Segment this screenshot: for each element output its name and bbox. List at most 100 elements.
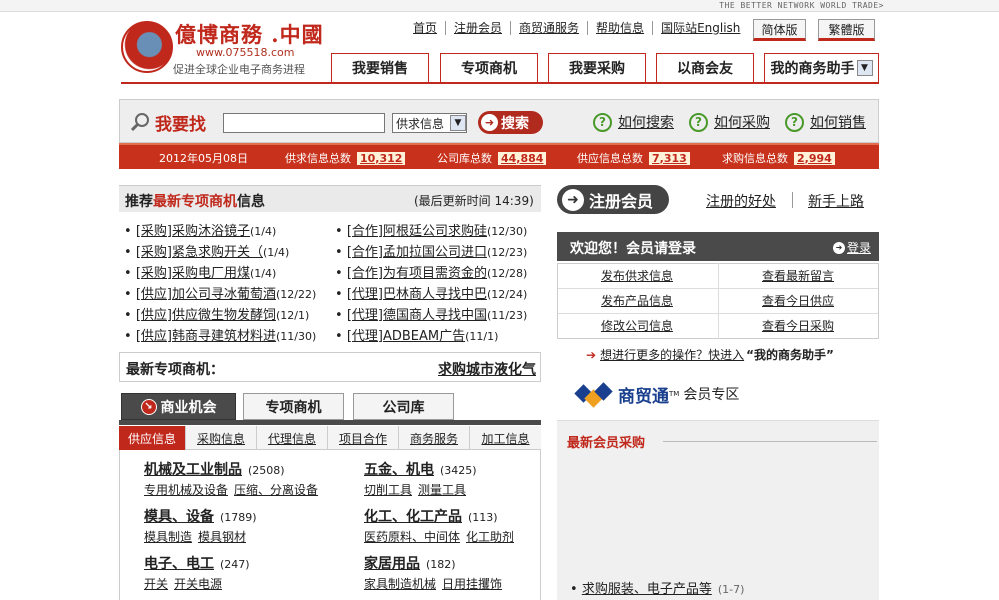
list-item[interactable]: • [合作]阿根廷公司求购硅(12/30) [335, 220, 527, 239]
list-item[interactable]: • [合作]为有项目需资金的(12/28) [335, 262, 527, 281]
rec-link[interactable]: [代理]德国商人寻找中国 [347, 308, 487, 323]
register-benefits-link[interactable]: 注册的好处 [706, 191, 776, 211]
subcategory-link[interactable]: 化工助剂 [466, 530, 514, 544]
category-title[interactable]: 化工、化工产品 [364, 509, 462, 525]
howto-sell-label[interactable]: 如何销售 [810, 112, 866, 132]
top-link-register[interactable]: 注册会员 [445, 21, 510, 35]
more-ops-text[interactable]: 想进行更多的操作？快进入 [600, 346, 744, 363]
simplified-button[interactable]: 简体版 [753, 19, 806, 41]
subtab-supply[interactable]: 供应信息 [119, 426, 186, 450]
chevron-down-icon[interactable]: ▼ [856, 60, 873, 76]
rec-link[interactable]: [采购]采购电厂用煤 [136, 266, 250, 281]
op-view-today-purchase[interactable]: 查看今日采购 [718, 314, 878, 338]
subcategory-link[interactable]: 家具制造机械 [364, 577, 436, 591]
rec-link[interactable]: [采购]采购沐浴镜子 [136, 224, 250, 239]
subtab-agency[interactable]: 代理信息 [257, 426, 328, 450]
subtab-projects[interactable]: 项目合作 [328, 426, 399, 450]
howto-buy-link[interactable]: ? 如何采购 [689, 112, 770, 132]
list-item[interactable]: • [采购]采购电厂用煤(1/4) [124, 262, 276, 281]
op-view-today-supply[interactable]: 查看今日供应 [718, 289, 878, 313]
maotong-item-link[interactable]: 求购服装、电子产品等 [582, 582, 712, 597]
op-publish-supply[interactable]: 发布供求信息 [557, 264, 717, 288]
rec-link[interactable]: [供应]加公司寻冰葡萄酒 [136, 287, 276, 302]
tab-buy[interactable]: 我要采购 [548, 53, 646, 82]
rec-link[interactable]: [合作]阿根廷公司求购硅 [347, 224, 487, 239]
subtab-purchase[interactable]: 采购信息 [186, 426, 257, 450]
top-link-help[interactable]: 帮助信息 [587, 21, 652, 35]
question-icon: ? [593, 112, 612, 132]
search-button[interactable]: ➜ 搜索 [478, 111, 543, 134]
rec-link[interactable]: [代理]ADBEAM广告 [347, 329, 465, 344]
list-item[interactable]: • [供应]韩商寻建筑材料进(11/30) [124, 325, 316, 344]
tab-sell[interactable]: 我要销售 [331, 53, 429, 82]
subcategory-link[interactable]: 模具钢材 [198, 530, 246, 544]
search-input[interactable] [223, 113, 385, 133]
subcategory-link[interactable]: 模具制造 [144, 530, 192, 544]
list-item[interactable]: • [供应]供应微生物发酵饲(12/1) [124, 304, 309, 323]
subcategory-link[interactable]: 专用机械及设备 [144, 483, 228, 497]
list-item[interactable]: • [代理]德国商人寻找中国(11/23) [335, 304, 527, 323]
subcategory-link[interactable]: 压缩、分离设备 [234, 483, 318, 497]
login-button[interactable]: ➜ 登录 [833, 239, 871, 256]
list-item[interactable]: • [采购]采购沐浴镜子(1/4) [124, 220, 276, 239]
rec-link[interactable]: [供应]韩商寻建筑材料进 [136, 329, 276, 344]
subcategory-link[interactable]: 测量工具 [418, 483, 466, 497]
list-item[interactable]: • [合作]孟加拉国公司进口(12/23) [335, 241, 527, 260]
tab-special[interactable]: 专项商机 [440, 53, 538, 82]
stat-value[interactable]: 7,313 [649, 151, 690, 165]
maotong-logo[interactable]: 商贸通 TM 会员专区 [574, 381, 739, 408]
more-ops-strong[interactable]: “我的商务助手” [746, 346, 834, 363]
logo-title[interactable]: 億博商務 .中國 [175, 19, 324, 49]
top-link-service[interactable]: 商贸通服务 [510, 21, 587, 35]
subcategory-link[interactable]: 开关电源 [174, 577, 222, 591]
latest-ticker-link[interactable]: 求购城市液化气 [438, 359, 536, 379]
subtab-processing[interactable]: 加工信息 [470, 426, 541, 450]
subcategory-link[interactable]: 医药原料、中间体 [364, 530, 460, 544]
subcategory-link[interactable]: 切削工具 [364, 483, 412, 497]
rec-link[interactable]: [代理]巴林商人寻找中巴 [347, 287, 487, 302]
rec-count: (12/30) [486, 225, 528, 238]
stat-value[interactable]: 2,994 [794, 151, 835, 165]
category-title[interactable]: 五金、机电 [364, 462, 434, 478]
tab-special-opportunities[interactable]: 专项商机 [243, 393, 344, 420]
category-title[interactable]: 家居用品 [364, 556, 420, 572]
category-title[interactable]: 机械及工业制品 [144, 462, 242, 478]
top-link-english[interactable]: 国际站English [652, 21, 748, 35]
rec-count: (12/24) [486, 288, 528, 301]
rec-link[interactable]: [合作]为有项目需资金的 [347, 266, 487, 281]
newbie-link[interactable]: 新手上路 [808, 191, 864, 211]
top-link-home[interactable]: 首页 [405, 21, 445, 35]
tab-company-db[interactable]: 公司库 [353, 393, 454, 420]
howto-buy-label[interactable]: 如何采购 [714, 112, 770, 132]
stats-date: 2012年05月08日 [159, 152, 248, 165]
rec-link[interactable]: [采购]紧急求购开关（ [136, 245, 263, 260]
list-item[interactable]: • 求购服装、电子产品等 (1-7) [570, 578, 744, 597]
op-publish-product[interactable]: 发布产品信息 [557, 289, 717, 313]
op-edit-company[interactable]: 修改公司信息 [557, 314, 717, 338]
rec-link[interactable]: [供应]供应微生物发酵饲 [136, 308, 276, 323]
category-title[interactable]: 模具、设备 [144, 509, 214, 525]
assistant-select[interactable]: 我的商务助手 ▼ [764, 53, 879, 82]
search-type-select[interactable]: 供求信息 ▼ [392, 113, 467, 133]
more-ops-link[interactable]: ➔ 想进行更多的操作？快进入 “我的商务助手” [586, 346, 834, 363]
list-item[interactable]: • [采购]紧急求购开关（(1/4) [124, 241, 289, 260]
subcategory-link[interactable]: 日用挂攫饰 [442, 577, 502, 591]
register-button[interactable]: ➜ 注册会员 [557, 185, 669, 214]
stat-value[interactable]: 44,884 [498, 151, 547, 165]
stat-value[interactable]: 10,312 [357, 151, 406, 165]
rec-link[interactable]: [合作]孟加拉国公司进口 [347, 245, 487, 260]
list-item[interactable]: • [代理]巴林商人寻找中巴(12/24) [335, 283, 527, 302]
list-item[interactable]: • [代理]ADBEAM广告(11/1) [335, 325, 498, 344]
op-view-messages[interactable]: 查看最新留言 [718, 264, 878, 288]
list-item[interactable]: • [供应]加公司寻冰葡萄酒(12/22) [124, 283, 316, 302]
howto-search-label[interactable]: 如何搜索 [618, 112, 674, 132]
tab-friends[interactable]: 以商会友 [656, 53, 754, 82]
traditional-button[interactable]: 繁體版 [818, 19, 875, 41]
howto-search-link[interactable]: ? 如何搜索 [593, 112, 674, 132]
subcategory-link[interactable]: 开关 [144, 577, 168, 591]
howto-sell-link[interactable]: ? 如何销售 [785, 112, 866, 132]
chevron-down-icon[interactable]: ▼ [450, 115, 466, 131]
subtab-services[interactable]: 商务服务 [399, 426, 470, 450]
category-title[interactable]: 电子、电工 [144, 556, 214, 572]
tab-business[interactable]: ↘ 商业机会 [121, 393, 236, 420]
